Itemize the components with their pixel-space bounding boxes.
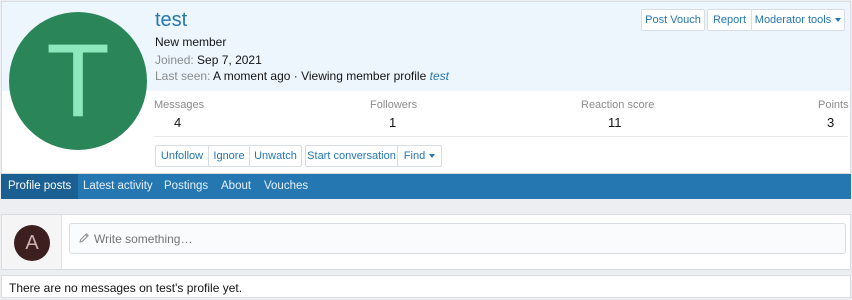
username[interactable]: test [155, 9, 187, 32]
stat-label-points: Points [818, 99, 849, 111]
pencil-icon [79, 233, 89, 243]
tab-latest-activity[interactable]: Latest activity [83, 174, 153, 199]
write-something-input[interactable] [69, 223, 846, 254]
profile-tabs: Profile posts Latest activity Postings A… [1, 174, 851, 199]
avatar[interactable]: A [14, 225, 50, 261]
tab-vouches[interactable]: Vouches [264, 174, 308, 199]
unwatch-button[interactable]: Unwatch [249, 145, 302, 167]
joined-info: Joined: Sep 7, 2021 [155, 53, 262, 67]
last-seen-info: Last seen: A moment ago · Viewing member… [155, 69, 449, 83]
tab-profile-posts[interactable]: Profile posts [1, 174, 79, 199]
start-conversation-button[interactable]: Start conversation [305, 145, 398, 167]
user-title: New member [155, 35, 227, 49]
member-stats: Messages 4 Followers 1 Reaction score 11… [154, 91, 849, 137]
ignore-button[interactable]: Ignore [208, 145, 250, 167]
last-seen-label: Last seen: [155, 69, 211, 83]
report-button[interactable]: Report [707, 9, 752, 31]
profile-post-composer: A [1, 214, 851, 270]
joined-date: Sep 7, 2021 [197, 53, 262, 67]
stat-value-messages[interactable]: 4 [174, 115, 181, 130]
no-messages-text: There are no messages on test's profile … [9, 281, 243, 295]
stat-value-reaction-score: 11 [608, 115, 622, 130]
last-seen-profile-link[interactable]: test [430, 69, 449, 83]
member-profile-block: T test New member Joined: Sep 7, 2021 La… [1, 1, 851, 174]
moderator-tools-label: Moderator tools [754, 14, 832, 26]
stat-label-reaction-score: Reaction score [581, 99, 655, 111]
stat-label-messages: Messages [154, 99, 205, 111]
chevron-down-icon [429, 154, 436, 159]
last-seen-text: A moment ago · Viewing member profile [213, 69, 427, 83]
joined-label: Joined: [155, 53, 194, 67]
composer-avatar-area: A [2, 215, 62, 269]
moderator-tools-button[interactable]: Moderator tools [751, 9, 845, 31]
find-label: Find [403, 150, 426, 162]
stat-value-points[interactable]: 3 [827, 115, 834, 130]
tab-postings[interactable]: Postings [164, 174, 208, 199]
chevron-down-icon [835, 18, 842, 23]
tab-about[interactable]: About [221, 174, 251, 199]
no-messages-notice: There are no messages on test's profile … [1, 275, 851, 298]
post-vouch-button[interactable]: Post Vouch [641, 9, 705, 31]
avatar[interactable]: T [9, 12, 147, 150]
stat-label-followers: Followers [370, 99, 418, 111]
find-button[interactable]: Find [397, 145, 442, 167]
stat-value-followers[interactable]: 1 [389, 115, 396, 130]
unfollow-button[interactable]: Unfollow [155, 145, 209, 167]
